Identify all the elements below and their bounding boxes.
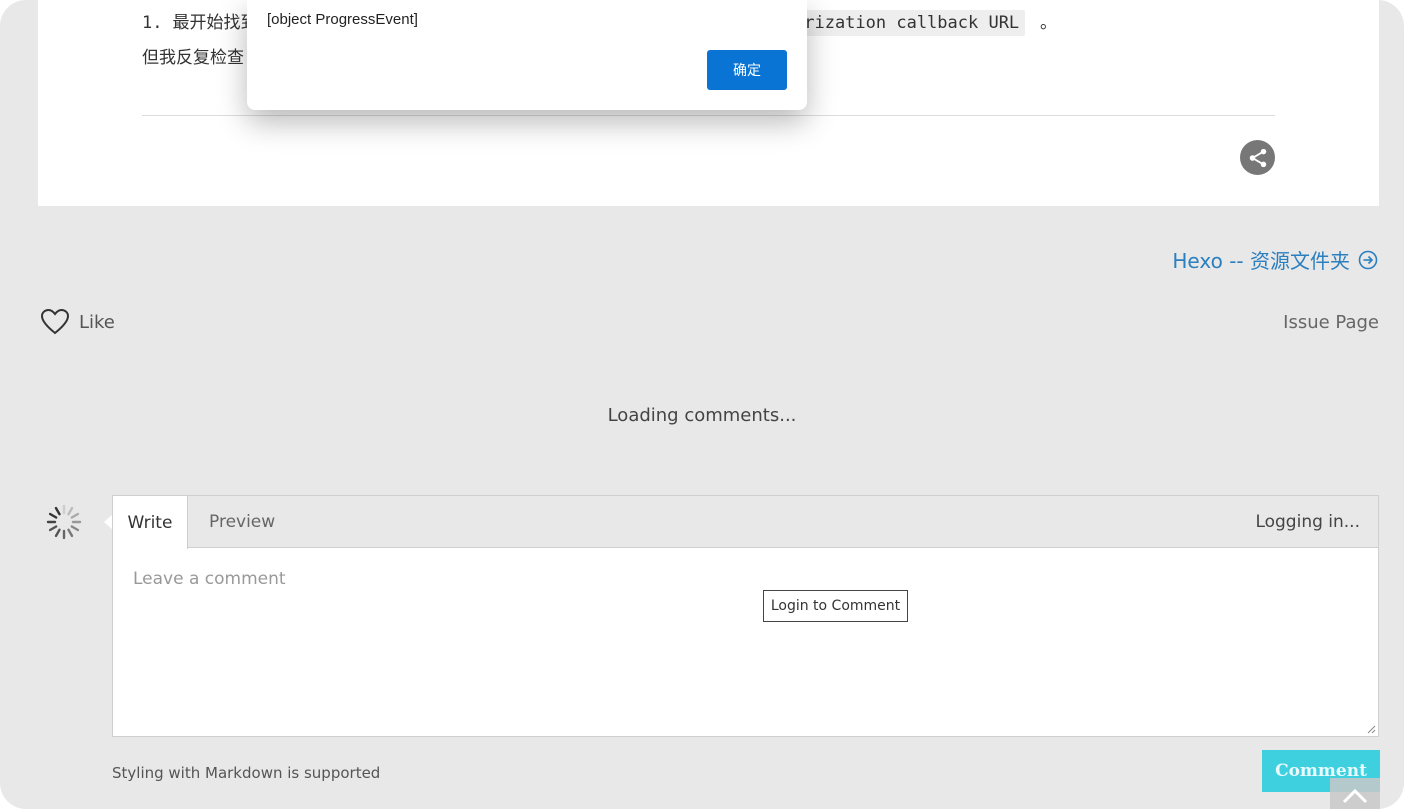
tab-write[interactable]: Write [113,496,188,549]
comment-editor: Write Preview Logging in... [112,495,1379,737]
circle-arrow-right-icon [1358,250,1378,269]
next-post-label: Hexo -- 资源文件夹 [1172,249,1350,273]
step-number: 1. [142,13,163,33]
page: 1. 最开始找到 orization callback URL 。 但我反复检查 … [0,0,1404,809]
heart-outline-icon [41,309,69,335]
back-to-top-button[interactable] [1330,778,1380,809]
chevron-up-icon [1342,788,1368,804]
like-button[interactable]: Like [41,309,115,335]
article-step-line: 1. 最开始找到 [142,10,257,36]
share-icon [1249,148,1266,167]
editor-header: Write Preview Logging in... [113,496,1378,549]
sentence-period: 。 [1040,13,1057,33]
resize-handle-icon[interactable] [1366,724,1376,734]
article-paragraph: 但我反复检查 [142,48,244,68]
next-post-link[interactable]: Hexo -- 资源文件夹 [1172,245,1378,274]
article-divider [142,115,1275,116]
alert-message: [object ProgressEvent] [267,11,418,28]
share-button[interactable] [1240,140,1275,175]
login-status: Logging in... [1255,512,1360,532]
step-text: 最开始找到 [172,13,258,33]
inline-code: orization callback URL [786,10,1026,36]
like-label: Like [79,311,115,333]
tab-preview[interactable]: Preview [209,496,275,548]
alert-dialog: [object ProgressEvent] 确定 [247,0,807,110]
alert-ok-button[interactable]: 确定 [707,50,787,90]
login-to-comment-button[interactable]: Login to Comment [763,590,908,622]
loading-comments-text: Loading comments... [607,405,797,426]
issue-page-link[interactable]: Issue Page [1283,312,1379,333]
markdown-support-note: Styling with Markdown is supported [112,764,381,782]
comment-textarea[interactable] [113,549,1378,736]
spinner-icon [46,504,82,540]
